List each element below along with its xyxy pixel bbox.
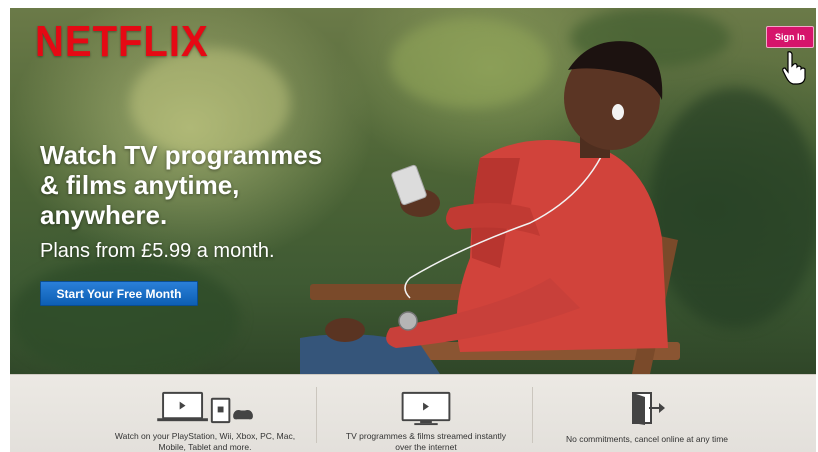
headline-line-2: & films anytime,	[40, 170, 240, 200]
feature-devices-line-1: Watch on your PlayStation, Wii, Xbox, PC…	[114, 431, 296, 441]
hero-headline: Watch TV programmes & films anytime, any…	[40, 140, 400, 230]
netflix-landing-page: NETFLIX Sign In Watch TV programmes & fi…	[10, 8, 816, 452]
feature-no-commitment: No commitments, cancel online at any tim…	[542, 375, 752, 452]
feature-streaming-line-2: over the internet	[395, 442, 457, 452]
feature-streaming-text: TV programmes & films streamed instantly…	[346, 431, 506, 452]
feature-divider	[316, 387, 317, 443]
feature-streaming: TV programmes & films streamed instantly…	[326, 375, 526, 452]
hand-pointer-cursor-icon	[782, 51, 806, 85]
feature-devices-line-2: Mobile, Tablet and more.	[158, 442, 252, 452]
netflix-logo[interactable]: NETFLIX	[35, 18, 209, 67]
features-strip: Watch on your PlayStation, Wii, Xbox, PC…	[10, 374, 816, 452]
start-free-month-button[interactable]: Start Your Free Month	[40, 281, 198, 306]
tv-icon	[401, 391, 451, 426]
feature-divider	[532, 387, 533, 443]
feature-devices: Watch on your PlayStation, Wii, Xbox, PC…	[70, 375, 340, 452]
devices-icon	[157, 391, 253, 424]
sign-in-button[interactable]: Sign In	[766, 26, 814, 48]
feature-devices-text: Watch on your PlayStation, Wii, Xbox, PC…	[115, 431, 295, 452]
feature-streaming-line-1: TV programmes & films streamed instantly	[345, 431, 507, 441]
exit-door-icon	[632, 392, 665, 425]
plans-pricing-text: Plans from £5.99 a month.	[40, 240, 275, 262]
feature-no-commitment-text: No commitments, cancel online at any tim…	[566, 434, 728, 445]
headline-line-3: anywhere.	[40, 200, 168, 230]
hero-banner: NETFLIX Sign In Watch TV programmes & fi…	[10, 8, 816, 374]
feature-no-commitment-line-1: No commitments, cancel online at any tim…	[565, 434, 729, 444]
foliage-shadow	[10, 258, 240, 374]
headline-line-1: Watch TV programmes	[40, 140, 323, 170]
